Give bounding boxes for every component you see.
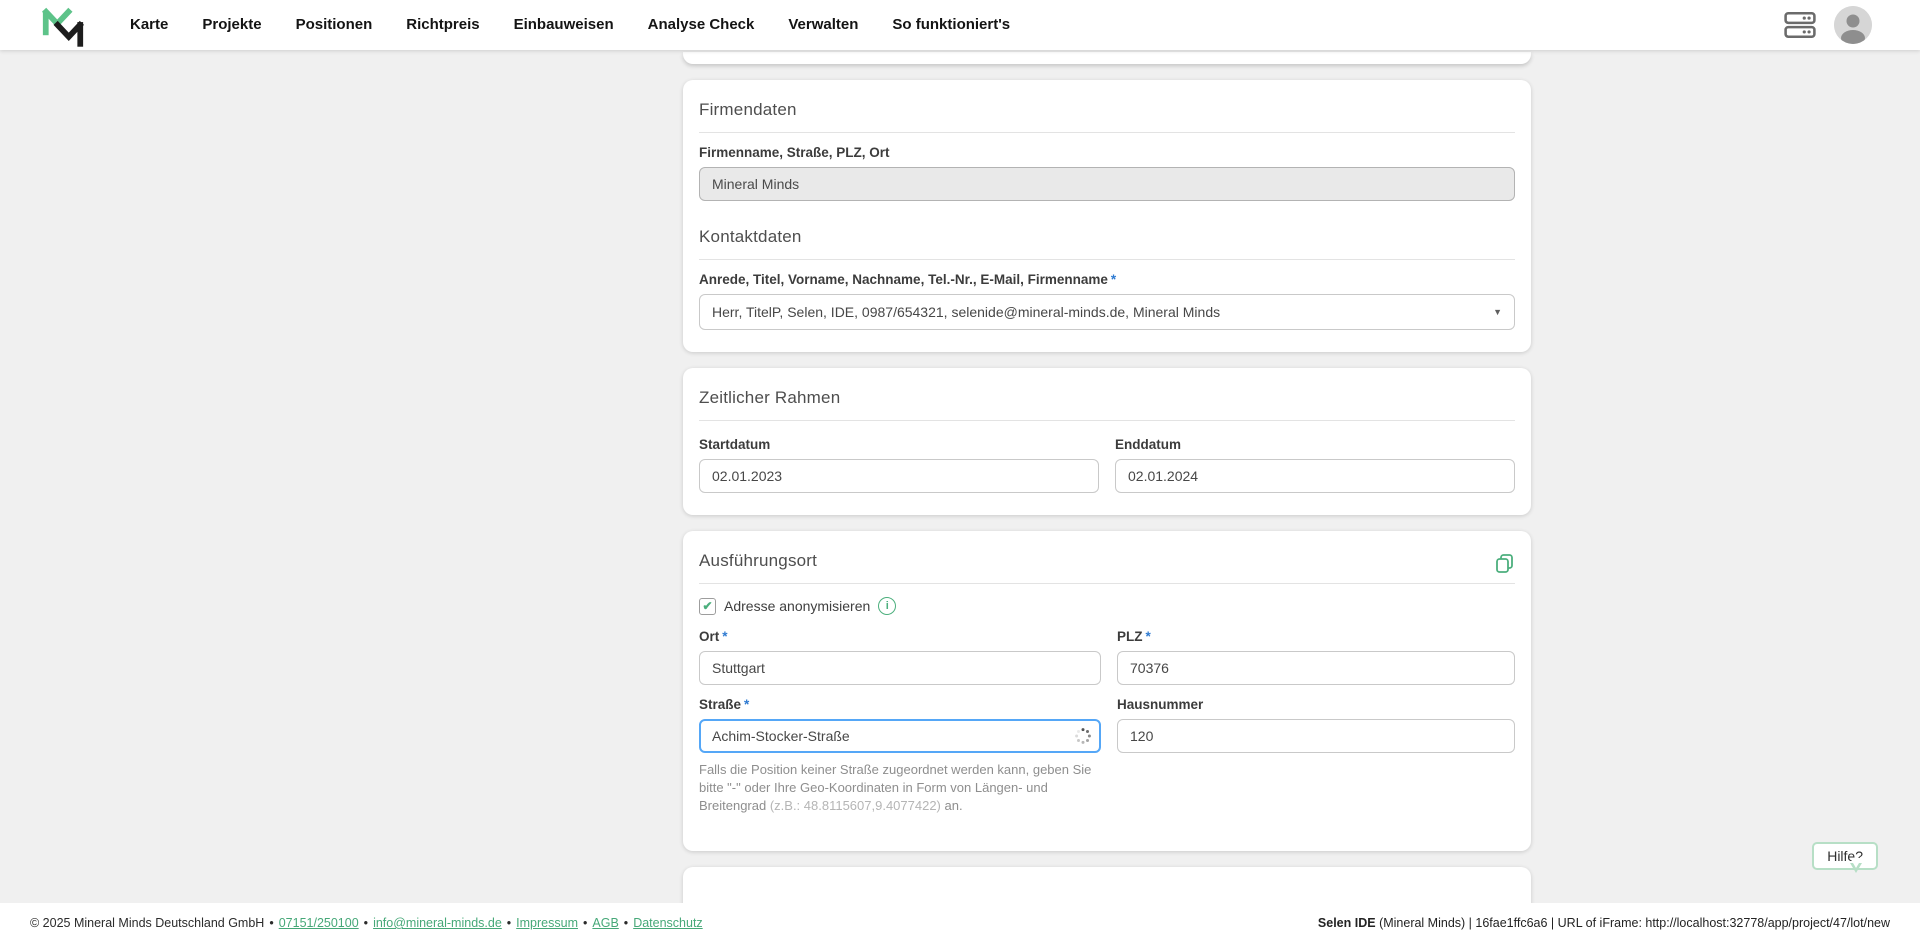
footer-iframe-url: (Mineral Minds) | 16fae1ffc6a6 | URL of …	[1375, 916, 1890, 930]
user-avatar-icon[interactable]	[1834, 6, 1872, 44]
footer-link-phone[interactable]: 07151/250100	[279, 916, 359, 930]
strasse-input[interactable]	[699, 719, 1101, 753]
card-ausfuehrungsort: Ausführungsort ✔ Adresse anonymisieren i…	[683, 531, 1531, 851]
plz-input[interactable]	[1117, 651, 1515, 685]
nav-item-analyse-check[interactable]: Analyse Check	[648, 0, 755, 50]
card-zeitlicher-rahmen: Zeitlicher Rahmen Startdatum Enddatum	[683, 368, 1531, 515]
info-icon[interactable]: i	[878, 597, 897, 615]
ausfuehrungsort-heading: Ausführungsort	[699, 551, 818, 570]
kontakt-label-text: Anrede, Titel, Vorname, Nachname, Tel.-N…	[699, 272, 1108, 287]
nav-item-projekte[interactable]: Projekte	[202, 0, 261, 50]
firmendaten-heading: Firmendaten	[699, 100, 797, 119]
plz-label-text: PLZ	[1117, 629, 1143, 644]
kontaktdaten-heading: Kontaktdaten	[699, 227, 802, 246]
anonymize-checkbox[interactable]: ✔	[699, 597, 716, 615]
divider	[699, 583, 1515, 584]
plz-field: PLZ *	[1117, 617, 1515, 685]
divider	[699, 420, 1515, 421]
footer-left: © 2025 Mineral Minds Deutschland GmbH • …	[30, 916, 703, 930]
loading-spinner-icon	[1075, 728, 1091, 744]
previous-card-partial	[683, 52, 1531, 64]
strasse-field: Straße* Falls die Position k	[699, 685, 1101, 829]
helper-text-part2: an.	[940, 798, 963, 814]
footer-separator: •	[506, 916, 512, 930]
enddatum-input[interactable]	[1115, 459, 1515, 493]
nav-item-verwalten[interactable]: Verwalten	[788, 0, 858, 50]
required-asterisk: *	[1110, 272, 1117, 287]
hausnummer-label: Hausnummer	[1117, 697, 1204, 712]
form-column: Firmendaten Firmenname, Straße, PLZ, Ort…	[683, 50, 1531, 937]
hausnummer-input[interactable]	[1117, 719, 1515, 753]
startdatum-label: Startdatum	[699, 437, 771, 452]
nav-item-positionen[interactable]: Positionen	[296, 0, 373, 50]
anonymize-label: Adresse anonymisieren	[724, 598, 871, 614]
ort-label: Ort *	[699, 629, 1101, 644]
required-asterisk: *	[744, 697, 750, 712]
topbar-right	[1784, 6, 1872, 44]
strasse-helper-text: Falls die Position keiner Straße zugeord…	[699, 761, 1101, 816]
copyright-text: © 2025 Mineral Minds Deutschland GmbH	[30, 916, 265, 930]
chevron-down-icon: ▼	[1493, 306, 1502, 317]
enddatum-field: Enddatum	[1115, 425, 1515, 493]
helper-coords-example: (z.B.: 48.8115607,9.4077422)	[769, 798, 941, 814]
strasse-label-text: Straße	[699, 697, 742, 712]
footer-link-datenschutz[interactable]: Datenschutz	[633, 916, 702, 930]
divider	[699, 259, 1515, 260]
zeitrahmen-heading: Zeitlicher Rahmen	[699, 388, 841, 407]
required-asterisk: *	[1145, 629, 1151, 644]
nav-item-karte[interactable]: Karte	[130, 0, 168, 50]
anonymize-row: ✔ Adresse anonymisieren i	[699, 597, 1515, 615]
ort-label-text: Ort	[699, 629, 720, 644]
footer-link-impressum[interactable]: Impressum	[516, 916, 578, 930]
strasse-label: Straße *	[699, 697, 1101, 712]
enddatum-label: Enddatum	[1115, 437, 1181, 452]
main-nav: Karte Projekte Positionen Richtpreis Ein…	[130, 0, 1010, 50]
nav-item-richtpreis[interactable]: Richtpreis	[406, 0, 479, 50]
footer: © 2025 Mineral Minds Deutschland GmbH • …	[0, 903, 1920, 943]
startdatum-field: Startdatum	[699, 425, 1099, 493]
firmenname-label: Firmenname, Straße, PLZ, Ort	[699, 145, 890, 160]
top-navbar: Karte Projekte Positionen Richtpreis Ein…	[0, 0, 1920, 50]
nav-item-einbauweisen[interactable]: Einbauweisen	[514, 0, 614, 50]
footer-debug-info: Selen IDE (Mineral Minds) | 16fae1ffc6a6…	[1318, 916, 1890, 930]
ort-field: Ort *	[699, 617, 1101, 685]
kontakt-select-value: Herr, TitelP, Selen, IDE, 0987/654321, s…	[712, 304, 1221, 320]
footer-link-agb[interactable]: AGB	[592, 916, 618, 930]
hausnummer-field: Hausnummer	[1117, 685, 1515, 829]
footer-separator: •	[583, 916, 588, 930]
server-icon[interactable]	[1784, 11, 1816, 39]
kontakt-label: Anrede, Titel, Vorname, Nachname, Tel.-N…	[699, 272, 1515, 287]
card-firmendaten: Firmendaten Firmenname, Straße, PLZ, Ort…	[683, 80, 1531, 352]
mineral-minds-logo-icon[interactable]	[40, 4, 86, 50]
footer-separator: •	[269, 916, 274, 930]
ort-input[interactable]	[699, 651, 1101, 685]
footer-separator: •	[363, 916, 369, 930]
footer-separator: •	[623, 916, 629, 930]
divider	[699, 132, 1515, 133]
footer-app-name: Selen IDE	[1317, 916, 1376, 930]
firmenname-input	[699, 167, 1515, 201]
footer-link-email[interactable]: info@mineral-minds.de	[373, 916, 502, 930]
copy-icon[interactable]	[1494, 553, 1515, 574]
plz-label: PLZ *	[1117, 629, 1515, 644]
startdatum-input[interactable]	[699, 459, 1099, 493]
kontakt-select[interactable]: Herr, TitelP, Selen, IDE, 0987/654321, s…	[699, 294, 1515, 330]
help-button[interactable]: Hilfe?	[1812, 842, 1878, 873]
nav-item-so-funktionierts[interactable]: So funktioniert's	[892, 0, 1010, 50]
required-asterisk: *	[722, 629, 728, 644]
